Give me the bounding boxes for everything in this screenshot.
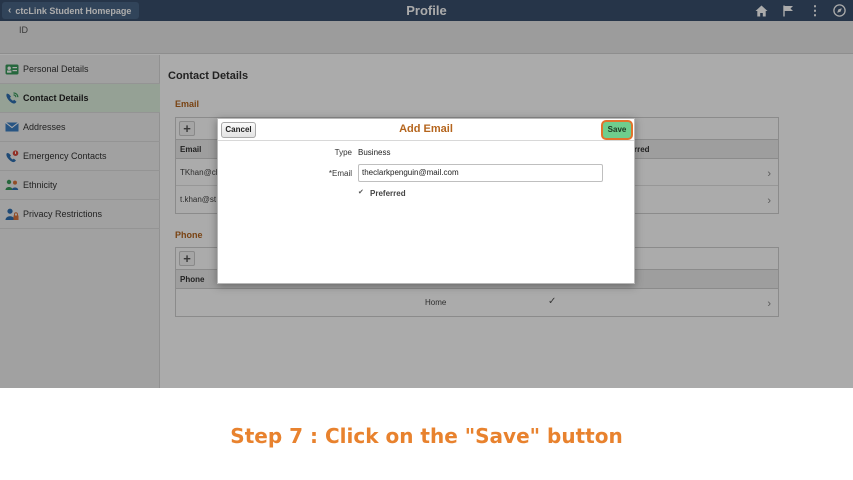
email-field[interactable]: theclarkpenguin@mail.com — [358, 164, 603, 182]
instruction-footer: Step 7 : Click on the "Save" button — [0, 388, 853, 480]
preferred-checkbox[interactable]: ✔ — [358, 189, 366, 197]
type-value: Business — [358, 148, 391, 157]
preferred-label: Preferred — [370, 189, 406, 198]
add-email-dialog: Cancel Add Email Save Type Business *Ema… — [217, 118, 635, 284]
step-instruction: Step 7 : Click on the "Save" button — [230, 424, 623, 448]
type-label: Type — [334, 148, 352, 157]
save-button[interactable]: Save — [603, 122, 631, 138]
dialog-title: Add Email — [399, 123, 453, 135]
dialog-header: Cancel Add Email Save — [218, 119, 634, 141]
email-label: *Email — [328, 169, 352, 178]
